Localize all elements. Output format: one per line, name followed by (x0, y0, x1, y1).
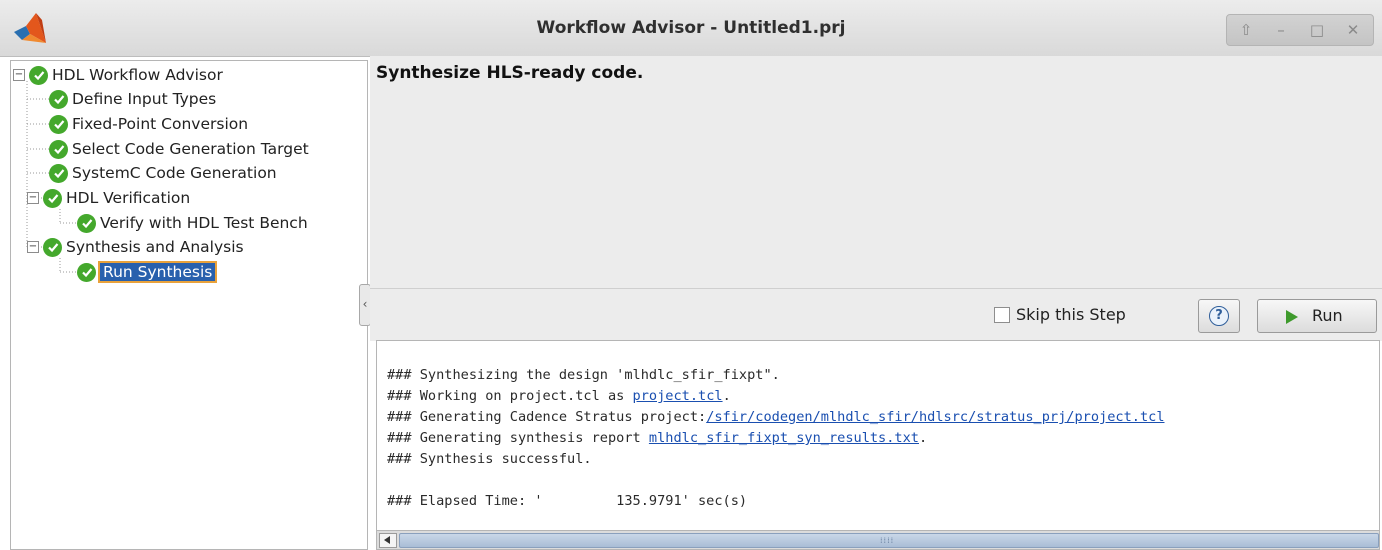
tree-item-label: Define Input Types (72, 90, 217, 108)
check-passed-icon (49, 89, 68, 109)
log-text: ### Generating Cadence Stratus project: (387, 409, 707, 425)
log-line: ### Synthesizing the design 'mlhdlc_sfir… (387, 365, 1165, 386)
grip-icon: ⁞⁞⁞⁞ (880, 536, 895, 545)
log-text: ### Working on project.tcl as (387, 388, 633, 404)
run-button-label: Run (1312, 306, 1343, 325)
horizontal-scrollbar[interactable]: ⁞⁞⁞⁞ (377, 530, 1379, 549)
minimize-icon[interactable]: – (1265, 15, 1297, 45)
skip-step-checkbox[interactable] (994, 307, 1010, 323)
tree-item-hdl-workflow-advisor[interactable]: − HDL Workflow Advisor (13, 63, 223, 87)
tree-item-label: HDL Verification (66, 189, 191, 207)
tree-item-select-code-generation-target[interactable]: Select Code Generation Target (49, 137, 309, 161)
run-button[interactable]: Run (1257, 299, 1377, 333)
log-link[interactable]: project.tcl (633, 388, 723, 404)
close-icon[interactable]: ✕ (1337, 15, 1369, 45)
check-passed-icon (77, 262, 96, 282)
log-line: ### Generating Cadence Stratus project:/… (387, 407, 1165, 428)
window-controls: ⇧ – □ ✕ (1226, 14, 1374, 46)
tree-item-label: Verify with HDL Test Bench (100, 214, 308, 232)
action-bar: Skip this Step ? Run (370, 288, 1382, 341)
workflow-tree: − HDL Workflow Advisor Define Input Type… (10, 60, 368, 550)
log-link[interactable]: mlhdlc_sfir_fixpt_syn_results.txt (649, 430, 919, 446)
tree-item-label: Fixed-Point Conversion (72, 115, 249, 133)
log-line: ### Elapsed Time: ' 135.9791' sec(s) (387, 491, 1165, 512)
task-description-panel: Synthesize HLS-ready code. (370, 56, 1382, 288)
result-log: ### Synthesizing the design 'mlhdlc_sfir… (376, 340, 1380, 550)
log-text: ### Synthesizing the design 'mlhdlc_sfir… (387, 367, 780, 383)
tree-item-fixed-point-conversion[interactable]: Fixed-Point Conversion (49, 112, 248, 136)
scrollbar-thumb[interactable]: ⁞⁞⁞⁞ (399, 533, 1379, 548)
help-icon: ? (1209, 306, 1229, 326)
play-icon (1286, 310, 1298, 324)
log-link[interactable]: /sfir/codegen/mlhdlc_sfir/hdlsrc/stratus… (706, 409, 1164, 425)
log-line: ### Synthesis successful. (387, 449, 1165, 470)
log-text: . (722, 388, 731, 404)
check-passed-icon (49, 139, 68, 159)
task-description: Synthesize HLS-ready code. (376, 63, 644, 83)
log-line-blank (387, 470, 1165, 491)
help-button[interactable]: ? (1198, 299, 1240, 333)
up-arrow-icon[interactable]: ⇧ (1230, 15, 1262, 45)
tree-item-hdl-verification[interactable]: − HDL Verification (27, 186, 190, 210)
maximize-icon[interactable]: □ (1301, 15, 1333, 45)
tree-item-label: Synthesis and Analysis (66, 238, 244, 256)
check-passed-icon (29, 65, 48, 85)
check-passed-icon (43, 188, 62, 208)
tree-item-define-input-types[interactable]: Define Input Types (49, 87, 216, 111)
collapse-toggle-icon[interactable]: − (13, 69, 25, 81)
collapse-toggle-icon[interactable]: − (27, 241, 39, 253)
log-lines: ### Synthesizing the design 'mlhdlc_sfir… (387, 365, 1165, 512)
log-text: ### Generating synthesis report (387, 430, 649, 446)
check-passed-icon (77, 213, 96, 233)
tree-item-systemc-code-generation[interactable]: SystemC Code Generation (49, 161, 277, 185)
log-text: ### Elapsed Time: ' 135.9791' sec(s) (387, 493, 748, 509)
log-text: . (918, 430, 928, 446)
log-line: ### Working on project.tcl as project.tc… (387, 386, 1165, 407)
title-bar: Workflow Advisor - Untitled1.prj ⇧ – □ ✕ (0, 0, 1382, 57)
tree-item-run-synthesis[interactable]: Run Synthesis (77, 260, 218, 284)
log-text: ### Synthesis successful. (387, 451, 592, 467)
window-title: Workflow Advisor - Untitled1.prj (536, 18, 846, 38)
check-passed-icon (49, 163, 68, 183)
tree-item-label: Select Code Generation Target (72, 140, 309, 158)
collapse-toggle-icon[interactable]: − (27, 192, 39, 204)
check-passed-icon (43, 237, 62, 257)
log-line: ### Generating synthesis report mlhdlc_s… (387, 428, 1165, 449)
tree-item-label-selected: Run Synthesis (97, 261, 218, 283)
tree-item-verify-with-hdl-test-bench[interactable]: Verify with HDL Test Bench (77, 211, 308, 235)
tree-item-synthesis-and-analysis[interactable]: − Synthesis and Analysis (27, 235, 244, 259)
tree-item-label: HDL Workflow Advisor (52, 66, 223, 84)
check-passed-icon (49, 114, 68, 134)
scroll-left-icon[interactable] (379, 533, 397, 548)
skip-step-label[interactable]: Skip this Step (1016, 305, 1126, 324)
tree-item-label: SystemC Code Generation (72, 164, 277, 182)
